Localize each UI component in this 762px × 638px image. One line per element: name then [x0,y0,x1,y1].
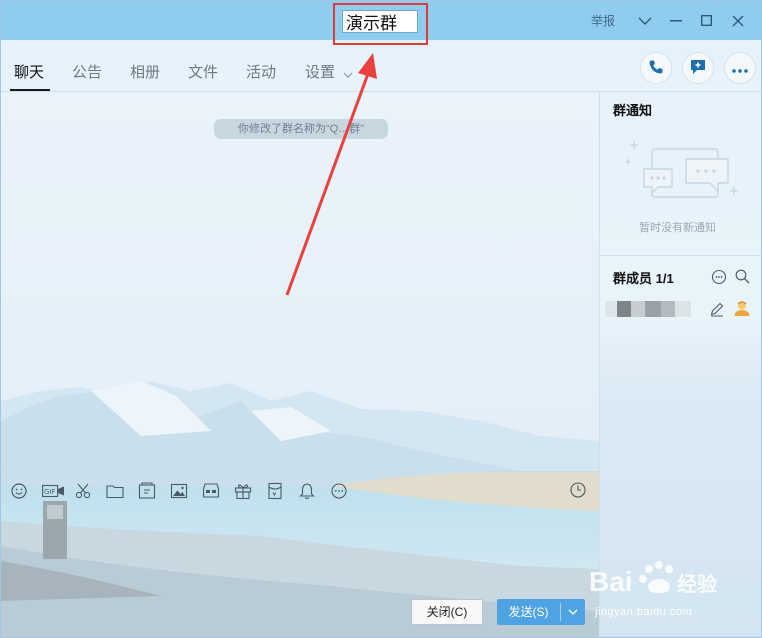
annotation-highlight-box [333,3,428,45]
member-name-blurred [675,301,691,317]
ellipsis-icon [732,61,748,76]
tab-chat[interactable]: 聊天 [14,61,44,82]
add-chat-icon [689,58,707,79]
tab-files[interactable]: 文件 [188,61,218,82]
maximize-icon[interactable] [691,1,722,40]
add-discussion-button[interactable] [683,53,713,83]
red-packet-icon[interactable]: ¥ [266,481,298,501]
image-icon[interactable] [170,481,202,501]
watermark-url: jingyan.baidu.com [595,606,693,618]
phone-icon [648,59,664,78]
input-divider [1,471,599,472]
panel-divider [599,91,600,637]
svg-text:¥: ¥ [272,491,276,499]
svg-text:GIF: GIF [44,488,56,496]
clock-icon[interactable] [569,481,587,502]
svg-text:Bai: Bai [589,566,633,597]
send-options-chevron-icon[interactable] [561,599,585,625]
dropdown-chevron-icon[interactable] [629,1,660,40]
input-toolbar: GIF ¥ [10,481,362,501]
sticker-icon[interactable] [138,481,170,501]
call-button[interactable] [641,53,671,83]
member-name-blurred [617,301,631,317]
no-notice-text: 暂时没有新通知 [639,222,716,234]
members-title: 群成员 1/1 [613,271,674,286]
emoji-icon[interactable] [10,481,42,501]
window-controls: 举报 [591,1,753,40]
chat-window: 举报 聊天 公告 相册 文件 活动 设置 [0,0,762,638]
send-button[interactable]: 发送(S) [497,599,585,625]
bell-icon[interactable] [298,481,330,501]
member-name-blurred [645,301,661,317]
member-name-blurred [661,301,675,317]
svg-text:经验: 经验 [677,572,717,596]
tab-activity[interactable]: 活动 [246,61,276,82]
member-name-blurred [605,301,617,317]
edit-icon[interactable] [709,301,725,320]
scissors-icon[interactable] [74,481,106,501]
send-button-label: 发送(S) [508,605,549,619]
close-button[interactable]: 关闭(C) [411,599,483,625]
annotation-arrow [285,53,377,296]
avatar-icon [733,299,751,320]
group-notice-title: 群通知 [613,103,653,118]
more-options-button[interactable] [725,53,755,83]
right-panel-divider [600,255,761,256]
member-manage-icon[interactable] [711,269,727,288]
gif-icon[interactable]: GIF [42,481,74,501]
tab-album[interactable]: 相册 [130,61,160,82]
folder-icon[interactable] [106,481,138,501]
member-name-blurred [631,301,645,317]
report-link[interactable]: 举报 [591,12,615,29]
search-icon[interactable] [735,269,750,287]
close-icon[interactable] [722,1,753,40]
minimize-icon[interactable] [660,1,691,40]
tab-announcement[interactable]: 公告 [72,61,102,82]
more-icon[interactable] [330,481,362,501]
member-list-item[interactable] [605,299,755,319]
screen-share-icon[interactable] [202,481,234,501]
empty-notice-illustration-icon [625,137,741,208]
watermark-logo: Bai 经验 [587,557,727,610]
gift-icon[interactable] [234,481,266,501]
